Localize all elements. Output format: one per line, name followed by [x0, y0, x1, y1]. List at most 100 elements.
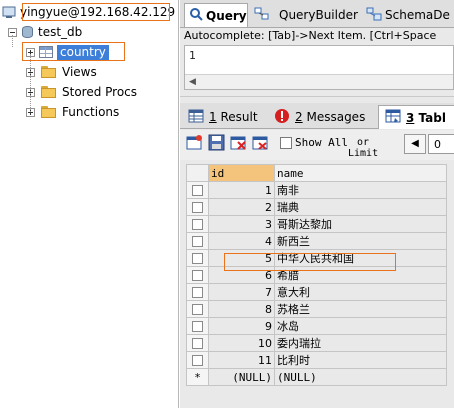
cell-id[interactable]: 5 — [208, 249, 275, 267]
cell-id[interactable]: 7 — [208, 283, 275, 301]
table-row[interactable]: 8 苏格兰 — [186, 300, 447, 318]
row-checkbox[interactable] — [192, 338, 203, 349]
table-data-grid: id name 1 南非 2 瑞典 3 哥斯达黎加 4 新西兰 5 中华人民共和国 6 希腊 7 意大利 8… — [186, 164, 447, 386]
table-row[interactable]: 11 比利时 — [186, 351, 447, 369]
table-row[interactable]: 9 冰岛 — [186, 317, 447, 335]
cell-name[interactable]: 苏格兰 — [274, 300, 447, 318]
new-row-marker[interactable]: * — [186, 368, 209, 386]
cell-id[interactable]: 6 — [208, 266, 275, 284]
tab-querybuilder[interactable]: QueryBuilder — [250, 3, 358, 27]
new-row-name[interactable]: (NULL) — [274, 368, 447, 386]
tree-folder-functions[interactable]: Functions — [26, 103, 119, 121]
cell-name[interactable]: 南非 — [274, 181, 447, 199]
new-row-id[interactable]: (NULL) — [208, 368, 275, 386]
cell-id[interactable]: 9 — [208, 317, 275, 335]
result-grid-icon — [188, 109, 204, 126]
tree-connection-node[interactable]: yingyue@192.168.42.129 — [2, 3, 177, 21]
cell-id[interactable]: 2 — [208, 198, 275, 216]
row-checkbox[interactable] — [192, 202, 203, 213]
cell-name[interactable]: 比利时 — [274, 351, 447, 369]
tab-messages-text: Messages — [306, 110, 366, 124]
column-header-name[interactable]: name — [274, 164, 447, 182]
row-select-cell[interactable] — [186, 334, 209, 352]
row-select-cell[interactable] — [186, 283, 209, 301]
show-all-checkbox[interactable]: Show All — [280, 136, 348, 149]
table-row[interactable]: 1 南非 — [186, 181, 447, 199]
row-select-cell[interactable] — [186, 317, 209, 335]
tree-folder-views[interactable]: Views — [26, 63, 97, 81]
splitter[interactable] — [180, 96, 454, 100]
previous-page-button[interactable]: ◀ — [404, 134, 426, 154]
refresh-icon[interactable] — [252, 134, 269, 151]
table-row[interactable]: 2 瑞典 — [186, 198, 447, 216]
tab-result-key: 1 — [209, 110, 217, 124]
row-checkbox[interactable] — [192, 185, 203, 196]
cell-name[interactable]: 新西兰 — [274, 232, 447, 250]
column-header-id[interactable]: id — [208, 164, 275, 182]
tree-database-node[interactable]: test_db — [8, 23, 82, 41]
row-select-cell[interactable] — [186, 232, 209, 250]
row-select-cell[interactable] — [186, 300, 209, 318]
table-row[interactable]: 7 意大利 — [186, 283, 447, 301]
table-row[interactable]: 5 中华人民共和国 — [186, 249, 447, 267]
table-row[interactable]: 4 新西兰 — [186, 232, 447, 250]
checkbox-box[interactable] — [280, 136, 292, 149]
row-checkbox[interactable] — [192, 287, 203, 298]
row-select-cell[interactable] — [186, 351, 209, 369]
query-icon — [189, 7, 203, 24]
cell-id[interactable]: 3 — [208, 215, 275, 233]
row-checkbox[interactable] — [192, 304, 203, 315]
row-checkbox[interactable] — [192, 253, 203, 264]
row-checkbox[interactable] — [192, 236, 203, 247]
row-select-cell[interactable] — [186, 181, 209, 199]
row-checkbox[interactable] — [192, 355, 203, 366]
table-row[interactable]: 6 希腊 — [186, 266, 447, 284]
cell-name[interactable]: 冰岛 — [274, 317, 447, 335]
error-icon — [274, 108, 290, 127]
tab-messages[interactable]: 2 Messages — [268, 105, 372, 129]
object-browser-tree: yingyue@192.168.42.129 test_db country V… — [0, 0, 179, 408]
sql-editor[interactable]: 1 ◀ — [184, 45, 454, 90]
limit-label: Limit — [348, 148, 379, 159]
folder-label-stored-procs: Stored Procs — [62, 85, 138, 99]
cell-id[interactable]: 1 — [208, 181, 275, 199]
row-select-cell[interactable] — [186, 249, 209, 267]
table-row[interactable]: 3 哥斯达黎加 — [186, 215, 447, 233]
cell-name[interactable]: 瑞典 — [274, 198, 447, 216]
cell-name[interactable]: 意大利 — [274, 283, 447, 301]
insert-row-icon[interactable] — [186, 134, 203, 151]
tab-query[interactable]: Query — [184, 3, 248, 27]
tab-result[interactable]: 1 Result — [182, 105, 266, 129]
cell-id[interactable]: 11 — [208, 351, 275, 369]
cell-name[interactable]: 希腊 — [274, 266, 447, 284]
scroll-left-icon[interactable]: ◀ — [189, 77, 196, 87]
limit-from-input[interactable]: 0 — [428, 134, 454, 154]
table-row[interactable]: 10 委内瑞拉 — [186, 334, 447, 352]
delete-row-icon[interactable] — [230, 134, 247, 151]
tab-table-data-text: Tabl — [418, 110, 446, 125]
folder-icon — [41, 106, 56, 118]
cell-name[interactable]: 委内瑞拉 — [274, 334, 447, 352]
cell-id[interactable]: 8 — [208, 300, 275, 318]
tree-folder-stored-procs[interactable]: Stored Procs — [26, 83, 137, 101]
tree-table-country[interactable]: country — [26, 43, 109, 61]
row-select-cell[interactable] — [186, 215, 209, 233]
grid-header-row: id name — [186, 164, 447, 182]
row-checkbox[interactable] — [192, 321, 203, 332]
row-select-cell[interactable] — [186, 198, 209, 216]
editor-horizontal-scrollbar[interactable]: ◀ — [185, 74, 453, 89]
tab-table-data[interactable]: 3 Tabl — [378, 105, 454, 129]
cell-id[interactable]: 10 — [208, 334, 275, 352]
show-all-label: Show All — [295, 136, 348, 149]
new-row[interactable]: * (NULL) (NULL) — [186, 368, 447, 386]
connection-icon — [2, 5, 16, 19]
tab-schema-designer[interactable]: SchemaDe — [362, 3, 454, 27]
row-select-cell[interactable] — [186, 266, 209, 284]
tab-messages-label: 2 Messages — [295, 110, 365, 124]
cell-id[interactable]: 4 — [208, 232, 275, 250]
cell-name[interactable]: 哥斯达黎加 — [274, 215, 447, 233]
cell-name[interactable]: 中华人民共和国 — [274, 249, 447, 267]
row-checkbox[interactable] — [192, 270, 203, 281]
row-checkbox[interactable] — [192, 219, 203, 230]
save-icon[interactable] — [208, 134, 225, 151]
